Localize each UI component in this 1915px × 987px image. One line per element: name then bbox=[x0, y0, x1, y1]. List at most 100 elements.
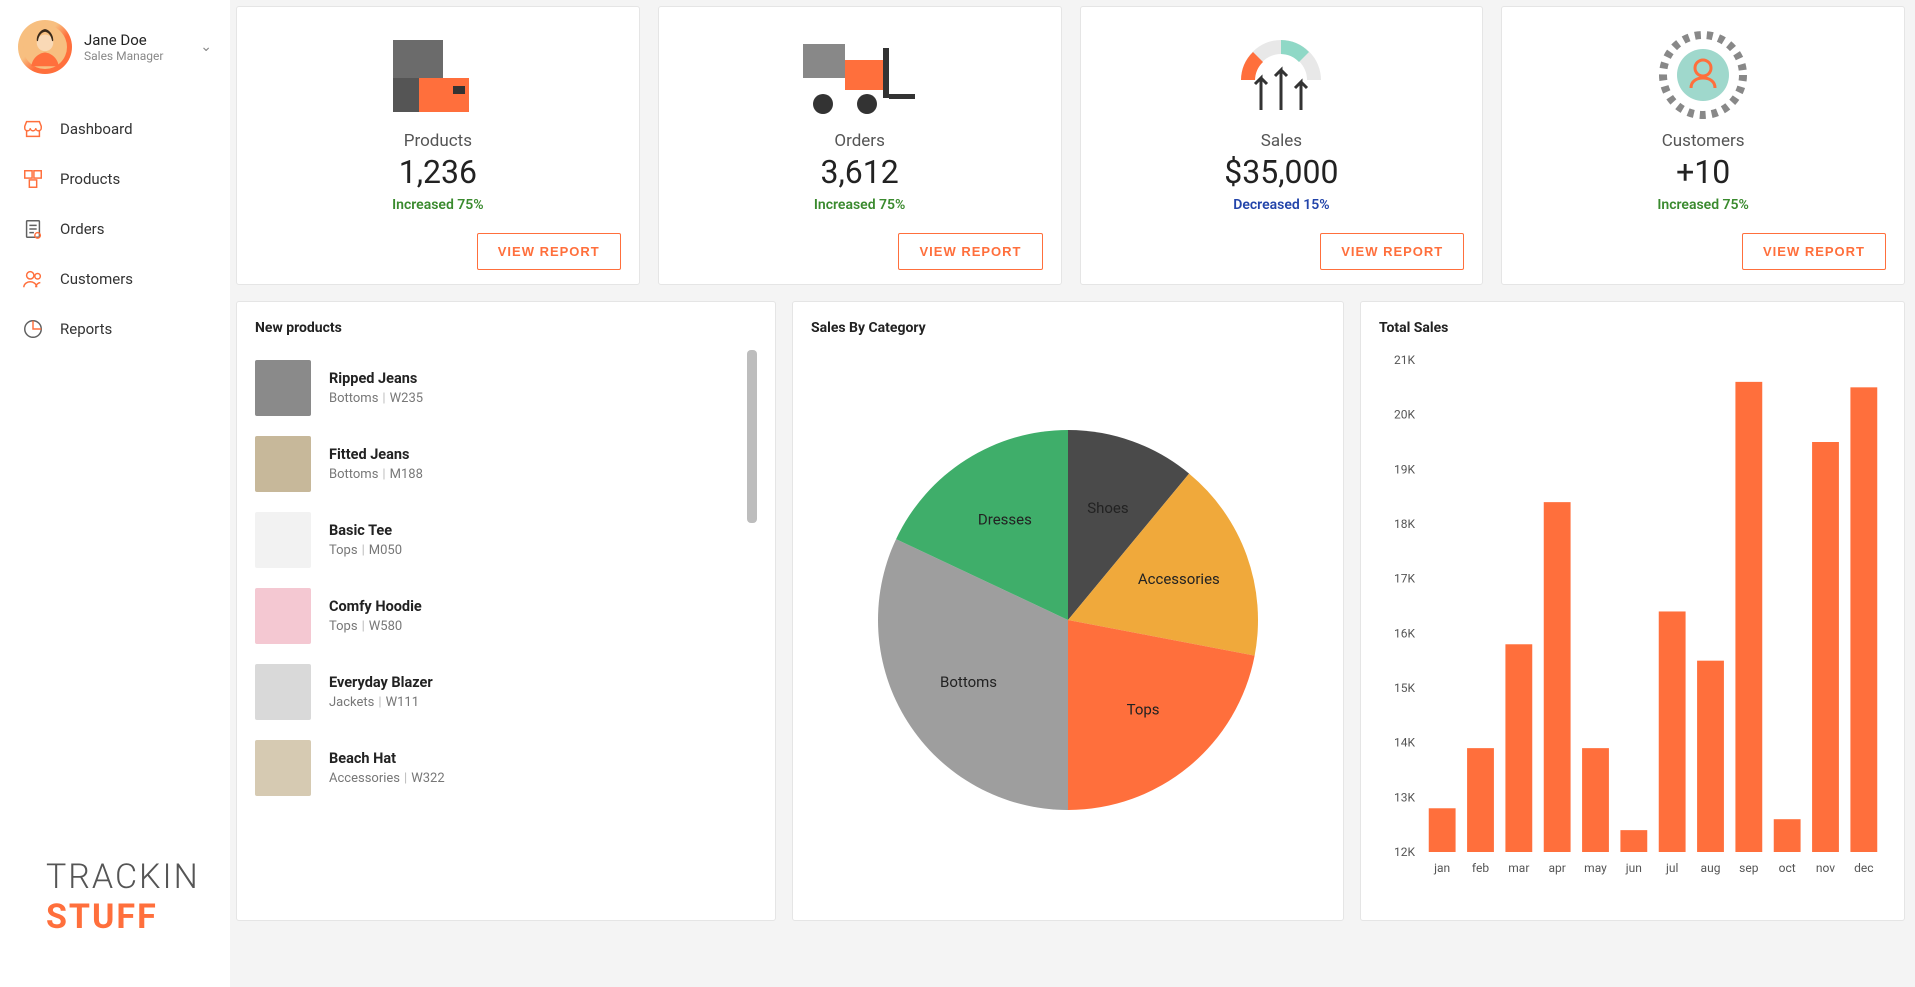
y-tick-label: 19K bbox=[1394, 462, 1415, 476]
bar[interactable] bbox=[1735, 382, 1762, 852]
product-name: Everyday Blazer bbox=[329, 674, 433, 691]
y-tick-label: 14K bbox=[1394, 736, 1415, 750]
x-tick-label: oct bbox=[1779, 861, 1796, 875]
panel-title: Sales By Category bbox=[811, 320, 1325, 336]
list-item[interactable]: Ripped JeansBottoms|W235 bbox=[255, 350, 745, 426]
product-list[interactable]: Ripped JeansBottoms|W235 Fitted JeansBott… bbox=[255, 350, 757, 806]
products-icon bbox=[383, 25, 493, 125]
sidebar-item-label: Dashboard bbox=[60, 120, 133, 138]
y-tick-label: 13K bbox=[1394, 790, 1415, 804]
scrollbar[interactable] bbox=[747, 350, 757, 523]
logo-line2: STUFF bbox=[46, 897, 230, 937]
stat-card-sales: Sales $35,000 Decreased 15% VIEW REPORT bbox=[1080, 6, 1484, 285]
bar[interactable] bbox=[1850, 387, 1877, 852]
list-item[interactable]: Basic TeeTops|M050 bbox=[255, 502, 745, 578]
users-icon bbox=[22, 268, 44, 290]
chevron-down-icon[interactable]: ⌄ bbox=[200, 39, 212, 55]
nav: Dashboard Products Orders Customers bbox=[0, 104, 230, 354]
bar[interactable] bbox=[1544, 502, 1571, 852]
panel-title: Total Sales bbox=[1379, 320, 1886, 336]
product-meta: Tops|W580 bbox=[329, 619, 422, 634]
pie-label: Dresses bbox=[978, 511, 1032, 529]
bar[interactable] bbox=[1697, 661, 1724, 852]
pie-label: Bottoms bbox=[940, 673, 997, 691]
bar[interactable] bbox=[1505, 644, 1532, 852]
list-item[interactable]: Beach Hat Accessories|W322 bbox=[255, 730, 745, 806]
panels-row: New products Ripped JeansBottoms|W235 Fit… bbox=[236, 301, 1905, 921]
x-tick-label: feb bbox=[1472, 861, 1489, 875]
product-meta: Jackets|W111 bbox=[329, 695, 433, 710]
y-tick-label: 15K bbox=[1394, 681, 1415, 695]
user-role: Sales Manager bbox=[84, 49, 188, 63]
list-item[interactable]: Comfy Hoodie Tops|W580 bbox=[255, 578, 745, 654]
sidebar-item-label: Products bbox=[60, 170, 120, 188]
product-thumb bbox=[255, 740, 311, 796]
panel-sales-by-category: Sales By Category ShoesAccessoriesTopsBo… bbox=[792, 301, 1344, 921]
sidebar-item-customers[interactable]: Customers bbox=[0, 254, 230, 304]
user-name: Jane Doe bbox=[84, 31, 188, 49]
bar[interactable] bbox=[1467, 748, 1494, 852]
product-info: Ripped JeansBottoms|W235 bbox=[329, 370, 423, 406]
user-info: Jane Doe Sales Manager bbox=[84, 31, 188, 63]
bar[interactable] bbox=[1620, 830, 1647, 852]
sidebar: Jane Doe Sales Manager ⌄ Dashboard Produ… bbox=[0, 0, 230, 987]
avatar bbox=[18, 20, 72, 74]
product-thumb bbox=[255, 588, 311, 644]
bar[interactable] bbox=[1582, 748, 1609, 852]
list-item[interactable]: Everyday Blazer Jackets|W111 bbox=[255, 654, 745, 730]
main-content: Products 1,236 Increased 75% VIEW REPORT… bbox=[230, 0, 1915, 987]
x-tick-label: jul bbox=[1665, 861, 1678, 875]
stat-cards-row: Products 1,236 Increased 75% VIEW REPORT… bbox=[236, 6, 1905, 285]
y-tick-label: 16K bbox=[1394, 626, 1415, 640]
y-tick-label: 21K bbox=[1394, 353, 1415, 367]
document-icon bbox=[22, 218, 44, 240]
x-tick-label: jun bbox=[1625, 861, 1642, 875]
stat-card-trend: Increased 75% bbox=[392, 197, 484, 213]
stat-card-trend: Decreased 15% bbox=[1233, 197, 1329, 213]
pie-chart-icon bbox=[22, 318, 44, 340]
sidebar-item-label: Orders bbox=[60, 220, 105, 238]
view-report-button[interactable]: VIEW REPORT bbox=[898, 233, 1042, 270]
pie-label: Tops bbox=[1127, 701, 1160, 719]
stat-card-label: Customers bbox=[1662, 131, 1745, 151]
stat-card-label: Orders bbox=[834, 131, 884, 151]
stat-card-value: +10 bbox=[1676, 153, 1730, 191]
sidebar-item-orders[interactable]: Orders bbox=[0, 204, 230, 254]
product-meta: Accessories|W322 bbox=[329, 771, 445, 786]
view-report-button[interactable]: VIEW REPORT bbox=[1320, 233, 1464, 270]
stat-card-products: Products 1,236 Increased 75% VIEW REPORT bbox=[236, 6, 640, 285]
y-tick-label: 18K bbox=[1394, 517, 1415, 531]
bar[interactable] bbox=[1659, 611, 1686, 852]
logo-line1: TRACKIN bbox=[46, 857, 230, 897]
stat-card-value: 1,236 bbox=[399, 153, 477, 191]
x-tick-label: jan bbox=[1433, 861, 1450, 875]
pie-chart: ShoesAccessoriesTopsBottomsDresses bbox=[811, 350, 1325, 890]
bar-chart: 12K13K14K15K16K17K18K19K20K21Kjanfebmara… bbox=[1379, 350, 1886, 890]
bar[interactable] bbox=[1812, 442, 1839, 852]
user-gear-icon bbox=[1653, 25, 1753, 125]
sidebar-item-dashboard[interactable]: Dashboard bbox=[0, 104, 230, 154]
bar[interactable] bbox=[1429, 808, 1456, 852]
y-tick-label: 12K bbox=[1394, 845, 1415, 859]
sidebar-item-products[interactable]: Products bbox=[0, 154, 230, 204]
panel-title: New products bbox=[255, 320, 757, 336]
list-item[interactable]: Fitted JeansBottoms|M188 bbox=[255, 426, 745, 502]
x-tick-label: mar bbox=[1508, 861, 1529, 875]
y-tick-label: 17K bbox=[1394, 572, 1415, 586]
sidebar-item-reports[interactable]: Reports bbox=[0, 304, 230, 354]
stat-card-trend: Increased 75% bbox=[814, 197, 906, 213]
view-report-button[interactable]: VIEW REPORT bbox=[1742, 233, 1886, 270]
product-name: Beach Hat bbox=[329, 750, 445, 767]
stat-card-trend: Increased 75% bbox=[1657, 197, 1749, 213]
bar[interactable] bbox=[1774, 819, 1801, 852]
product-info: Everyday Blazer Jackets|W111 bbox=[329, 674, 433, 710]
x-tick-label: nov bbox=[1816, 861, 1835, 875]
boxes-icon bbox=[22, 168, 44, 190]
user-profile[interactable]: Jane Doe Sales Manager ⌄ bbox=[0, 20, 230, 94]
product-name: Comfy Hoodie bbox=[329, 598, 422, 615]
view-report-button[interactable]: VIEW REPORT bbox=[477, 233, 621, 270]
storefront-icon bbox=[22, 118, 44, 140]
product-thumb bbox=[255, 436, 311, 492]
sidebar-item-label: Customers bbox=[60, 270, 133, 288]
panel-new-products: New products Ripped JeansBottoms|W235 Fit… bbox=[236, 301, 776, 921]
